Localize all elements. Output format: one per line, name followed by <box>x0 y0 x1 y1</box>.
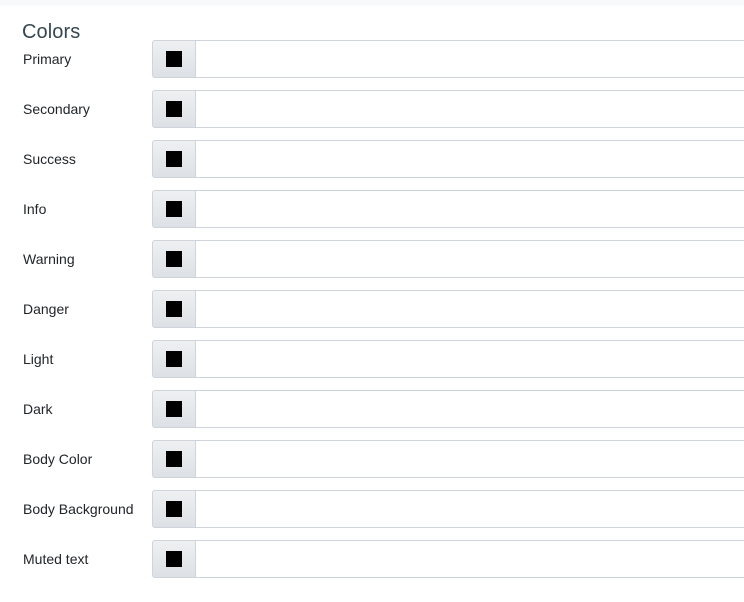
color-swatch-icon <box>166 551 182 567</box>
color-swatch-button-secondary[interactable] <box>152 90 195 128</box>
color-row-muted-text: Muted text <box>0 540 744 590</box>
color-value-input-muted-text[interactable] <box>195 540 744 578</box>
color-input-group-primary <box>152 40 744 78</box>
color-row-body-color: Body Color <box>0 440 744 490</box>
color-swatch-button-light[interactable] <box>152 340 195 378</box>
color-swatch-icon <box>166 451 182 467</box>
color-input-group-secondary <box>152 90 744 128</box>
color-input-group-body-background <box>152 490 744 528</box>
color-label-danger: Danger <box>23 301 69 317</box>
color-swatch-button-body-background[interactable] <box>152 490 195 528</box>
color-swatch-button-primary[interactable] <box>152 40 195 78</box>
color-label-primary: Primary <box>23 51 72 67</box>
color-swatch-button-success[interactable] <box>152 140 195 178</box>
page-top-strip <box>0 0 744 6</box>
color-swatch-icon <box>166 501 182 517</box>
color-value-input-secondary[interactable] <box>195 90 744 128</box>
color-label-info: Info <box>23 201 47 217</box>
color-value-input-body-color[interactable] <box>195 440 744 478</box>
color-label-body-color: Body Color <box>23 451 93 467</box>
color-row-secondary: Secondary <box>0 90 744 140</box>
color-input-group-body-color <box>152 440 744 478</box>
color-label-dark: Dark <box>23 401 53 417</box>
color-swatch-icon <box>166 101 182 117</box>
color-swatch-button-info[interactable] <box>152 190 195 228</box>
color-value-input-info[interactable] <box>195 190 744 228</box>
color-swatch-button-danger[interactable] <box>152 290 195 328</box>
color-label-secondary: Secondary <box>23 101 90 117</box>
color-label-body-background: Body Background <box>23 501 134 517</box>
color-row-danger: Danger <box>0 290 744 340</box>
color-swatch-icon <box>166 51 182 67</box>
color-value-input-body-background[interactable] <box>195 490 744 528</box>
color-row-body-background: Body Background <box>0 490 744 540</box>
color-value-input-light[interactable] <box>195 340 744 378</box>
color-swatch-button-body-color[interactable] <box>152 440 195 478</box>
color-label-warning: Warning <box>23 251 75 267</box>
color-value-input-primary[interactable] <box>195 40 744 78</box>
color-swatch-icon <box>166 201 182 217</box>
color-input-group-warning <box>152 240 744 278</box>
color-swatch-icon <box>166 151 182 167</box>
color-input-group-dark <box>152 390 744 428</box>
color-value-input-danger[interactable] <box>195 290 744 328</box>
color-row-primary: Primary <box>0 40 744 90</box>
color-settings-list: Primary Secondary Success Info Warning Danger… <box>0 40 744 590</box>
color-label-muted-text: Muted text <box>23 551 89 567</box>
color-input-group-danger <box>152 290 744 328</box>
color-input-group-light <box>152 340 744 378</box>
color-swatch-icon <box>166 301 182 317</box>
color-swatch-button-warning[interactable] <box>152 240 195 278</box>
color-row-info: Info <box>0 190 744 240</box>
color-row-success: Success <box>0 140 744 190</box>
color-row-warning: Warning <box>0 240 744 290</box>
color-row-dark: Dark <box>0 390 744 440</box>
color-swatch-icon <box>166 351 182 367</box>
color-swatch-icon <box>166 401 182 417</box>
color-input-group-success <box>152 140 744 178</box>
color-value-input-warning[interactable] <box>195 240 744 278</box>
color-swatch-button-muted-text[interactable] <box>152 540 195 578</box>
color-input-group-info <box>152 190 744 228</box>
colors-settings-page: Colors Primary Secondary Success Info Warnin… <box>0 0 744 602</box>
color-swatch-icon <box>166 251 182 267</box>
color-label-light: Light <box>23 351 54 367</box>
color-value-input-success[interactable] <box>195 140 744 178</box>
color-label-success: Success <box>23 151 76 167</box>
color-value-input-dark[interactable] <box>195 390 744 428</box>
color-row-light: Light <box>0 340 744 390</box>
color-swatch-button-dark[interactable] <box>152 390 195 428</box>
color-input-group-muted-text <box>152 540 744 578</box>
